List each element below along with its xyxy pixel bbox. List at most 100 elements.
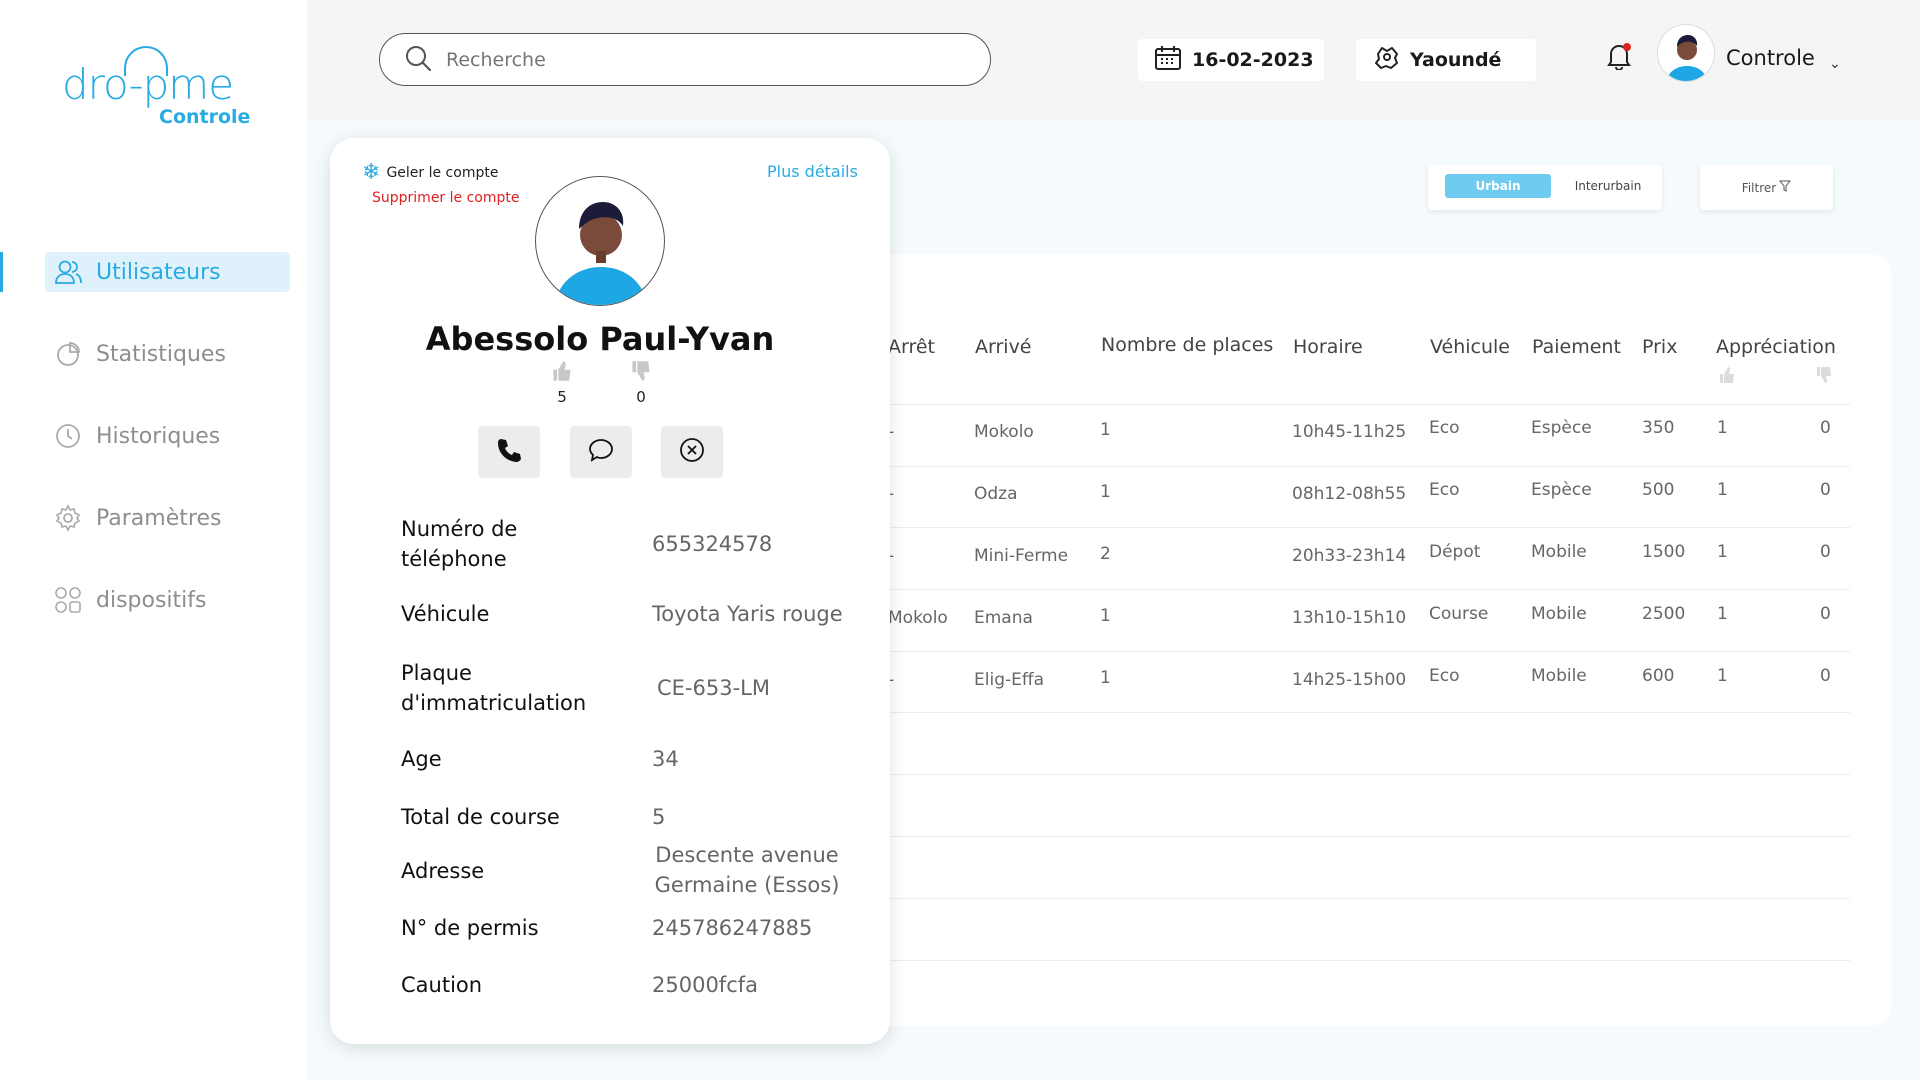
calendar-icon (1154, 45, 1182, 76)
cell-prix: 2500 (1642, 604, 1686, 624)
filter-icon (1779, 180, 1792, 195)
field-value-age: 34 (652, 747, 679, 771)
thumbs-up-icon (1718, 366, 1736, 388)
call-button[interactable] (478, 426, 540, 478)
column-header: Prix (1642, 336, 1678, 358)
row-divider (880, 466, 1850, 467)
row-divider (880, 836, 1850, 837)
phone-icon (496, 437, 522, 467)
freeze-account-button[interactable]: ❄ Geler le compte (362, 160, 498, 185)
field-value-plate: CE-653-LM (657, 676, 770, 700)
cell-dislikes: 0 (1820, 542, 1831, 562)
cell-dislikes: 0 (1820, 418, 1831, 438)
brand-logo[interactable]: dro-pme Controle (62, 40, 252, 130)
block-button[interactable] (661, 426, 723, 478)
row-divider (880, 404, 1850, 405)
delete-account-link[interactable]: Supprimer le compte (372, 190, 519, 206)
cell-arrive: Elig-Effa (974, 670, 1044, 690)
field-value-address: Descente avenue Germaine (Essos) (654, 843, 840, 897)
city-value: Yaoundé (1410, 49, 1502, 71)
sidebar: dro-pme Controle Utilisateurs Statistiqu… (0, 0, 307, 1080)
logo-text: dro-pme (62, 60, 234, 109)
field-value-license: 245786247885 (652, 916, 813, 940)
column-header: Véhicule (1430, 336, 1510, 358)
cell-prix: 600 (1642, 666, 1675, 686)
dislikes-counter: 0 (626, 360, 656, 406)
profile-name: Abessolo Paul-Yvan (425, 320, 775, 358)
column-header: Paiement (1532, 336, 1621, 358)
user-profile-card: ❄ Geler le compte Supprimer le compte Pl… (330, 138, 890, 1044)
cell-horaire: 13h10-15h10 (1292, 608, 1407, 628)
search-input[interactable] (446, 48, 946, 71)
row-divider (880, 712, 1850, 713)
bell-icon (1607, 45, 1631, 74)
cell-prix: 350 (1642, 418, 1675, 438)
thumbs-down-icon (1815, 366, 1833, 388)
row-divider (880, 589, 1850, 590)
cell-horaire: 20h33-23h14 (1292, 546, 1407, 566)
cell-likes: 1 (1717, 666, 1728, 686)
cell-arrive: Mokolo (974, 422, 1034, 442)
date-value: 16-02-2023 (1192, 49, 1314, 71)
cell-vehicule: Course (1429, 604, 1489, 624)
thumbs-down-icon (626, 360, 656, 388)
freeze-account-label: Geler le compte (386, 164, 499, 181)
cell-places: 1 (1100, 606, 1111, 626)
date-picker[interactable]: 16-02-2023 (1138, 39, 1324, 81)
sidebar-item-dispositifs[interactable]: dispositifs (45, 580, 290, 620)
cell-likes: 1 (1717, 480, 1728, 500)
users-icon (54, 258, 82, 286)
trip-type-toggle: Urbain Interurbain (1428, 165, 1662, 210)
sidebar-item-label: Paramètres (96, 505, 222, 531)
column-header: Nombre de places (1101, 334, 1274, 356)
cell-places: 2 (1100, 544, 1111, 564)
column-header: Horaire (1293, 336, 1363, 358)
sidebar-item-label: dispositifs (96, 587, 207, 613)
notification-bell[interactable] (1607, 42, 1633, 72)
thumbs-up-icon (547, 360, 577, 388)
cell-dislikes: 0 (1820, 666, 1831, 686)
field-value-vehicle: Toyota Yaris rouge (652, 602, 843, 626)
profile-avatar (535, 176, 665, 306)
sidebar-item-label: Historiques (96, 423, 221, 449)
sidebar-item-parametres[interactable]: Paramètres (45, 498, 290, 538)
cell-likes: 1 (1717, 542, 1728, 562)
likes-count: 5 (557, 388, 567, 406)
toggle-interurbain[interactable]: Interurbain (1568, 174, 1648, 198)
sidebar-item-utilisateurs[interactable]: Utilisateurs (0, 252, 290, 292)
field-label-license: N° de permis (401, 916, 539, 940)
column-header: Arrêt (888, 336, 936, 358)
sidebar-nav: Utilisateurs Statistiques Historiques Pa… (0, 252, 307, 662)
filter-button[interactable]: Filtrer (1700, 165, 1833, 210)
dislikes-count: 0 (636, 388, 646, 406)
cell-arrive: Emana (974, 608, 1033, 628)
cell-paiement: Mobile (1531, 666, 1587, 686)
row-divider (880, 651, 1850, 652)
sidebar-item-historiques[interactable]: Historiques (45, 416, 290, 456)
field-label-total-trips: Total de course (401, 805, 560, 829)
cell-arrive: Odza (974, 484, 1018, 504)
cell-places: 1 (1100, 420, 1111, 440)
search-box[interactable] (379, 33, 991, 86)
row-divider (880, 960, 1850, 961)
grid-icon (54, 586, 82, 614)
field-value-deposit: 25000fcfa (652, 973, 759, 997)
cell-vehicule: Eco (1429, 480, 1460, 500)
toggle-urbain[interactable]: Urbain (1445, 174, 1551, 198)
notification-dot (1623, 43, 1631, 51)
chevron-down-icon[interactable]: ⌄ (1829, 56, 1841, 72)
row-divider (880, 527, 1850, 528)
field-value-total-trips: 5 (652, 805, 666, 829)
user-avatar[interactable] (1657, 24, 1715, 82)
logo-subtitle: Controle (159, 106, 251, 128)
field-label-phone: Numéro de téléphone (401, 517, 518, 571)
message-button[interactable] (570, 426, 632, 478)
more-details-link[interactable]: Plus détails (767, 162, 858, 181)
clock-icon (54, 422, 82, 450)
city-selector[interactable]: Yaoundé (1356, 39, 1536, 81)
user-name[interactable]: Controle (1726, 46, 1815, 70)
row-divider (880, 898, 1850, 899)
close-circle-icon (679, 437, 705, 467)
cell-likes: 1 (1717, 604, 1728, 624)
sidebar-item-statistiques[interactable]: Statistiques (45, 334, 290, 374)
